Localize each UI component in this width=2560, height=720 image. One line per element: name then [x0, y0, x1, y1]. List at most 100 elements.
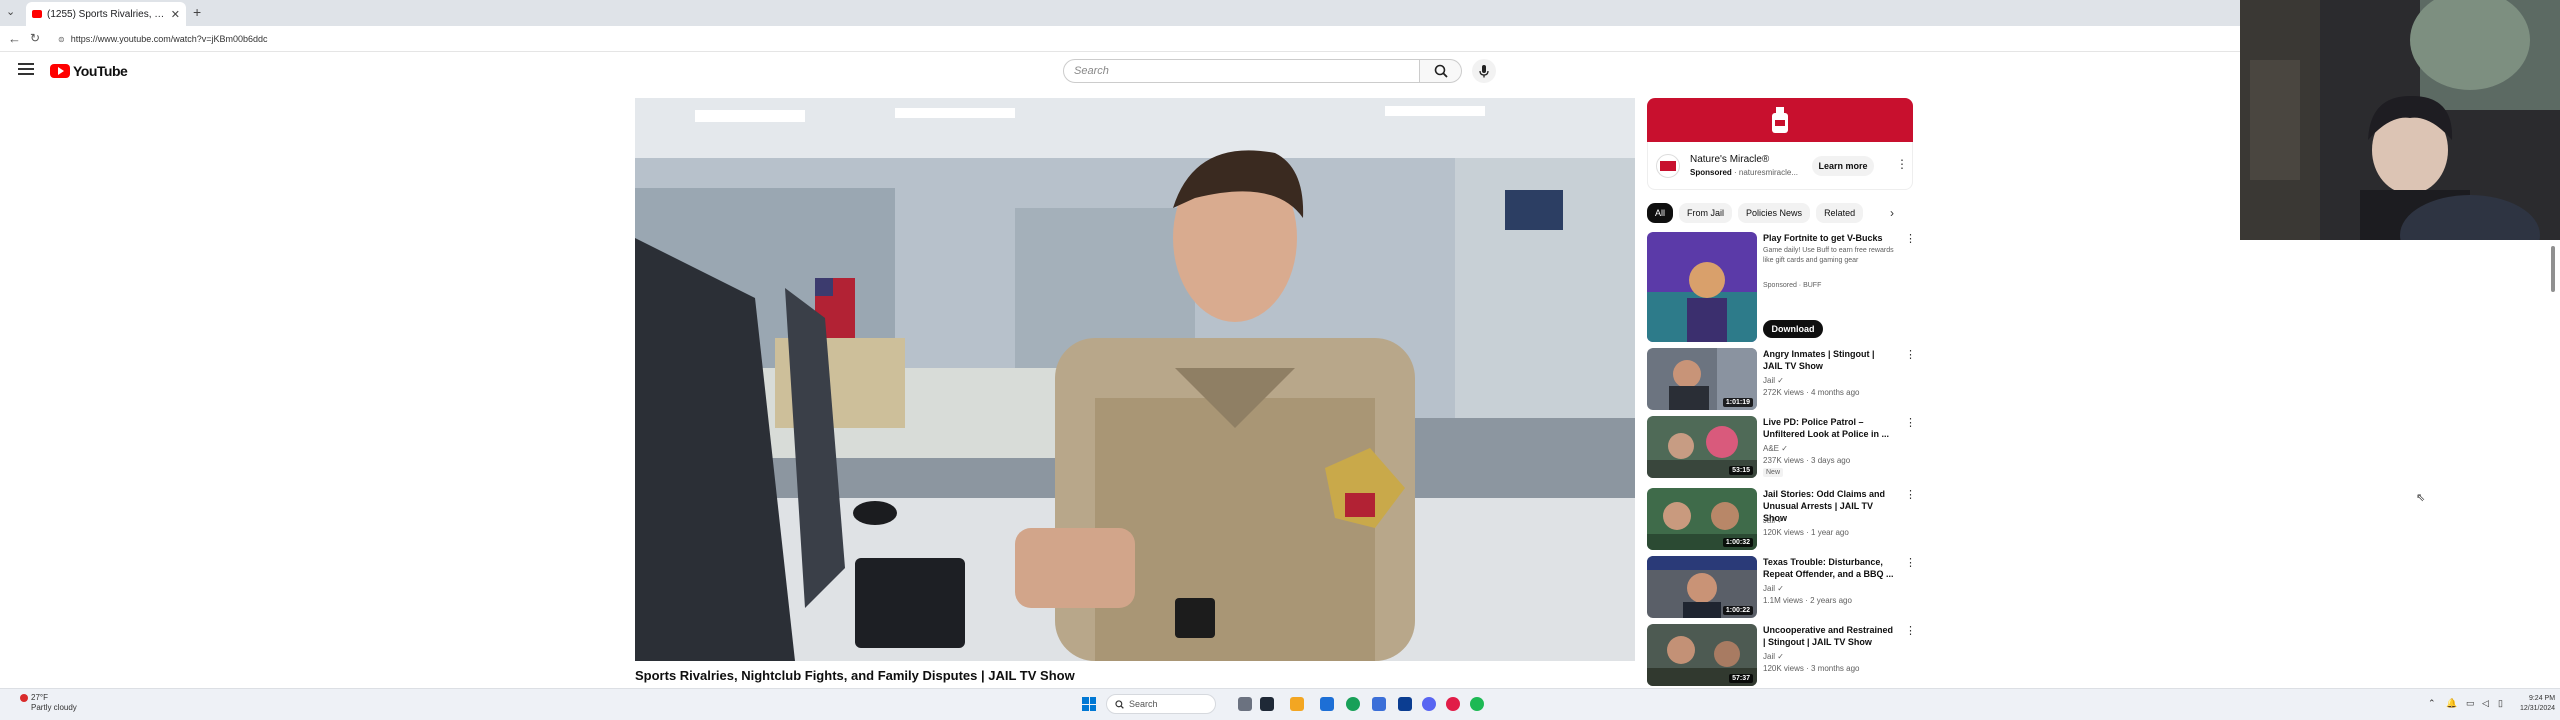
ad-domain: naturesmiracle...: [1738, 168, 1799, 177]
weather-desc: Partly cloudy: [31, 703, 77, 712]
youtube-logo[interactable]: YouTube: [50, 63, 128, 79]
search-icon: [1115, 699, 1124, 709]
url-field[interactable]: ⊜ https://www.youtube.com/watch?v=jKBm00…: [52, 30, 2222, 48]
download-button[interactable]: Download: [1763, 320, 1823, 338]
browser-tab-strip: ⌄ (1255) Sports Rivalries, Nightc ✕ +: [0, 0, 2240, 26]
tab-title: (1255) Sports Rivalries, Nightc: [47, 8, 166, 20]
rec-channel[interactable]: Jail ✓: [1763, 584, 1784, 593]
chip-related[interactable]: Related: [1816, 203, 1864, 223]
rec-more-icon[interactable]: ⋮: [1905, 556, 1916, 569]
ad-info-row: Nature's Miracle® Sponsored · naturesmir…: [1647, 142, 1913, 190]
browser-tab-active[interactable]: (1255) Sports Rivalries, Nightc ✕: [26, 2, 186, 26]
widgets-icon[interactable]: [1260, 697, 1274, 711]
taskbar-search-label: Search: [1129, 699, 1158, 709]
rec-title[interactable]: Texas Trouble: Disturbance, Repeat Offen…: [1763, 556, 1895, 580]
rec-thumbnail[interactable]: 57:37: [1647, 624, 1757, 686]
rec-duration: 57:37: [1729, 674, 1753, 683]
rec-channel[interactable]: Jail ✓: [1763, 652, 1784, 661]
discord-app-icon[interactable]: [1422, 697, 1436, 711]
rec-more-icon[interactable]: ⋮: [1905, 232, 1916, 245]
sponsored-thumbnail[interactable]: [1647, 232, 1757, 342]
rec-title[interactable]: Angry Inmates | Stingout | JAIL TV Show: [1763, 348, 1895, 372]
rec-channel[interactable]: Jail ✓: [1763, 516, 1784, 525]
rec-thumbnail[interactable]: 1:01:19: [1647, 348, 1757, 410]
ad-banner-image[interactable]: [1647, 98, 1913, 142]
system-clock[interactable]: 9:24 PM 12/31/2024: [2520, 694, 2555, 714]
list-item[interactable]: 1:01:19 Angry Inmates | Stingout | JAIL …: [1647, 348, 1916, 410]
back-arrow-icon[interactable]: ←: [8, 31, 21, 46]
rec-channel[interactable]: Jail ✓: [1763, 376, 1784, 385]
chip-from-jail[interactable]: From Jail: [1679, 203, 1733, 223]
weather-icon: [20, 693, 28, 702]
sponsored-rec-item[interactable]: Play Fortnite to get V-Bucks Game daily!…: [1647, 232, 1916, 344]
network-icon[interactable]: ▭: [2466, 698, 2475, 709]
youtube-play-icon: [50, 64, 70, 78]
chip-all[interactable]: All: [1647, 203, 1674, 223]
rec-thumbnail[interactable]: 1:00:32: [1647, 488, 1757, 550]
search-icon: [1434, 64, 1448, 78]
mail-app-icon[interactable]: [1372, 697, 1386, 711]
volume-icon[interactable]: ◁: [2482, 698, 2489, 709]
rec-channel[interactable]: A&E ✓: [1763, 444, 1788, 453]
list-item[interactable]: 57:37 Uncooperative and Restrained | Sti…: [1647, 624, 1916, 686]
address-bar-row: ← ↻ ⊜ https://www.youtube.com/watch?v=jK…: [0, 26, 2240, 52]
rec-more-icon[interactable]: ⋮: [1905, 348, 1916, 361]
rec-more-icon[interactable]: ⋮: [1905, 488, 1916, 501]
menu-hamburger-icon[interactable]: [18, 63, 34, 75]
ad-more-icon[interactable]: ⋮: [1896, 158, 1908, 170]
page-scrollbar[interactable]: [2548, 240, 2558, 680]
rec-duration: 53:15: [1729, 466, 1753, 475]
chips-next-arrow-icon[interactable]: ›: [1890, 206, 1894, 220]
rec-title[interactable]: Uncooperative and Restrained | Stingout …: [1763, 624, 1895, 648]
microphone-icon: [1479, 65, 1489, 78]
recording-app-icon[interactable]: [1446, 697, 1460, 711]
spotify-app-icon[interactable]: [1470, 697, 1484, 711]
list-item[interactable]: 53:15 Live PD: Police Patrol – Unfiltere…: [1647, 416, 1916, 480]
weather-widget[interactable]: 27°F Partly cloudy: [20, 693, 77, 713]
rec-meta: 272K views · 4 months ago: [1763, 388, 1860, 397]
search-button[interactable]: [1420, 59, 1462, 83]
video-player[interactable]: [635, 98, 1635, 661]
close-tab-icon[interactable]: ✕: [171, 8, 180, 21]
tray-overflow-icon[interactable]: ⌃: [2428, 698, 2436, 709]
list-item[interactable]: 1:00:22 Texas Trouble: Disturbance, Repe…: [1647, 556, 1916, 618]
taskbar-search-box[interactable]: Search: [1106, 694, 1216, 714]
rec-meta: 1.1M views · 2 years ago: [1763, 596, 1852, 605]
rec-thumbnail[interactable]: 53:15: [1647, 416, 1757, 478]
reload-icon[interactable]: ↻: [30, 31, 40, 45]
voice-search-button[interactable]: [1472, 59, 1496, 83]
tab-list-icon[interactable]: ⌄: [6, 5, 15, 18]
battery-icon[interactable]: ▯: [2498, 698, 2503, 709]
youtube-logo-text: YouTube: [73, 63, 128, 79]
rec-title[interactable]: Play Fortnite to get V-Bucks: [1763, 232, 1895, 244]
rec-thumbnail[interactable]: 1:00:22: [1647, 556, 1757, 618]
terminal-app-icon[interactable]: [1398, 697, 1412, 711]
learn-more-button[interactable]: Learn more: [1812, 156, 1874, 176]
mouse-cursor-icon: ⇖: [2416, 492, 2426, 504]
list-item[interactable]: 1:00:32 Jail Stories: Odd Claims and Unu…: [1647, 488, 1916, 550]
new-tab-button[interactable]: +: [193, 4, 201, 20]
advertiser-name[interactable]: Nature's Miracle®: [1690, 154, 1769, 165]
scrollbar-thumb[interactable]: [2551, 246, 2555, 292]
youtube-favicon-icon: [32, 10, 42, 18]
rec-meta: 120K views · 1 year ago: [1763, 528, 1849, 537]
start-button-icon[interactable]: [1082, 697, 1096, 711]
rec-more-icon[interactable]: ⋮: [1905, 624, 1916, 637]
rec-more-icon[interactable]: ⋮: [1905, 416, 1916, 429]
chrome-browser-icon[interactable]: [1346, 697, 1360, 711]
windows-taskbar: 27°F Partly cloudy Search ⌃ 🔔 ▭ ◁ ▯ 9:24…: [0, 688, 2560, 720]
tray-notification-icon[interactable]: 🔔: [2446, 698, 2457, 709]
rec-title[interactable]: Live PD: Police Patrol – Unfiltered Look…: [1763, 416, 1895, 440]
search-input[interactable]: Search: [1063, 59, 1420, 83]
webcam-feed-image: [2240, 0, 2560, 240]
edge-browser-icon[interactable]: [1320, 697, 1334, 711]
site-info-icon[interactable]: ⊜: [58, 35, 65, 44]
rec-duration: 1:01:19: [1722, 398, 1753, 407]
rec-meta: 237K views · 3 days ago: [1763, 456, 1851, 465]
url-text: https://www.youtube.com/watch?v=jKBm00b6…: [70, 34, 268, 44]
rec-duration: 1:00:22: [1722, 606, 1753, 615]
file-explorer-icon[interactable]: [1290, 697, 1304, 711]
task-view-icon[interactable]: [1238, 697, 1252, 711]
rec-meta: 120K views · 3 months ago: [1763, 664, 1860, 673]
chip-policies-news[interactable]: Policies News: [1738, 203, 1811, 223]
